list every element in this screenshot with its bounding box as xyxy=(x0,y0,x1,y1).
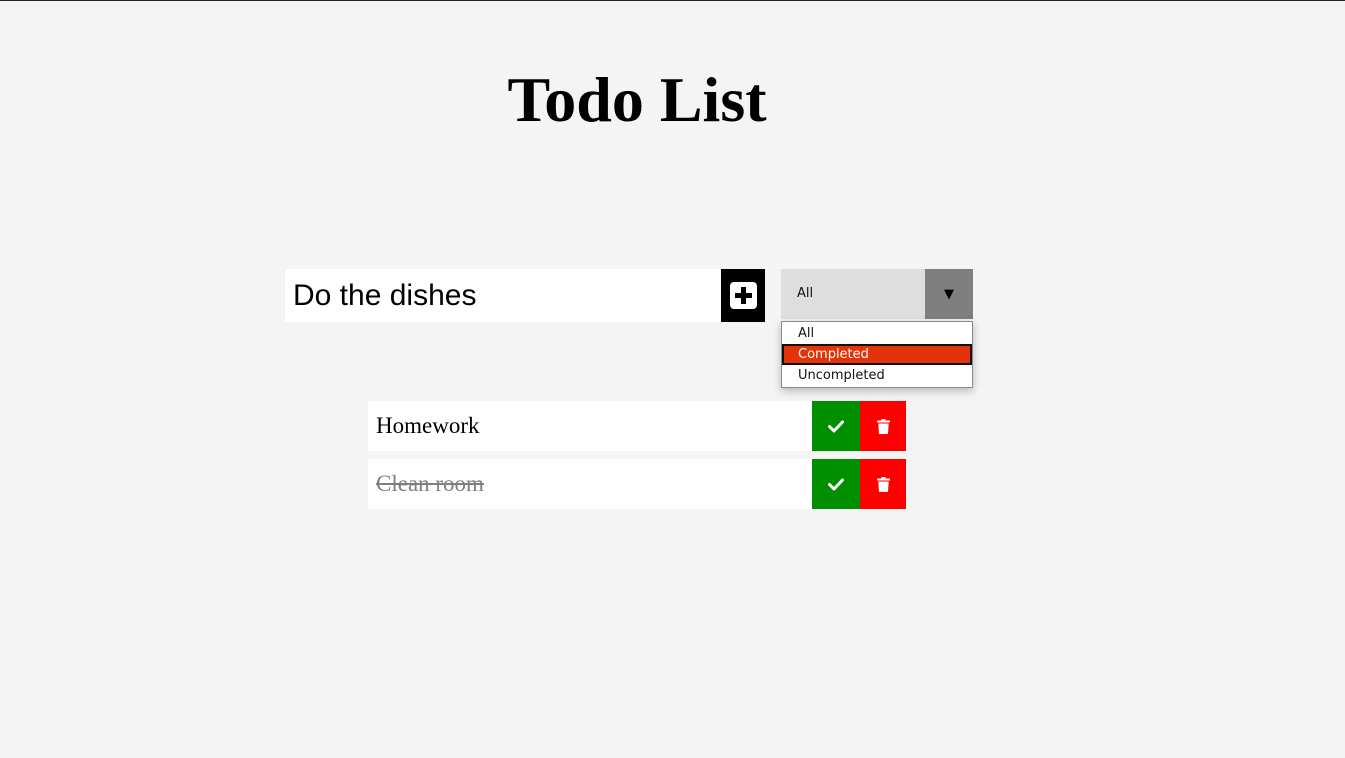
add-todo-button[interactable] xyxy=(721,269,765,322)
filter-option-completed[interactable]: Completed xyxy=(782,344,972,365)
complete-button[interactable] xyxy=(812,459,860,509)
todo-text: Clean room xyxy=(376,471,484,496)
todo-form xyxy=(285,269,765,322)
todo-item: Homework xyxy=(368,401,906,451)
check-icon xyxy=(828,478,844,491)
page-title: Todo List xyxy=(507,64,767,135)
filter-selected-value: All xyxy=(797,286,814,301)
filter-option-all[interactable]: All xyxy=(782,323,972,344)
filter-option-uncompleted[interactable]: Uncompleted xyxy=(782,365,972,386)
check-icon xyxy=(828,420,844,433)
trash-icon xyxy=(876,418,890,434)
chevron-down-icon[interactable]: ▼ xyxy=(925,269,973,319)
delete-button[interactable] xyxy=(860,401,906,451)
todo-list: Homework Clean room xyxy=(368,401,906,517)
complete-button[interactable] xyxy=(812,401,860,451)
filter-select[interactable]: All ▼ xyxy=(781,269,973,319)
trash-icon xyxy=(876,476,890,492)
todo-item: Clean room xyxy=(368,459,906,509)
delete-button[interactable] xyxy=(860,459,906,509)
plus-square-icon xyxy=(729,282,757,309)
todo-text: Homework xyxy=(376,413,480,438)
filter-dropdown: All Completed Uncompleted xyxy=(781,321,973,388)
todo-input[interactable] xyxy=(285,269,721,322)
